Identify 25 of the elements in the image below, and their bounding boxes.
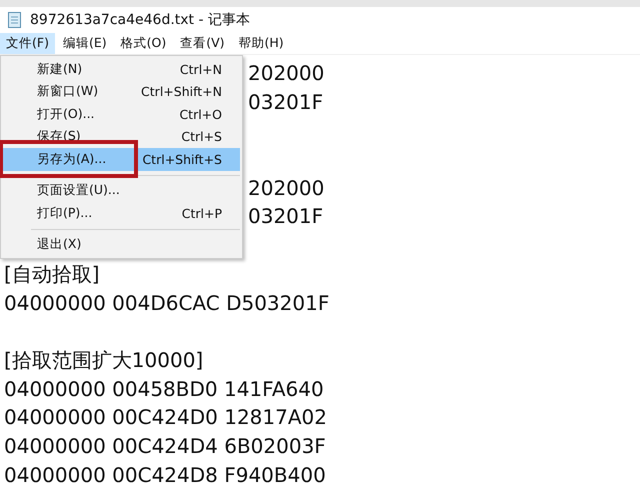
text-line: 202000 xyxy=(248,60,324,87)
notepad-icon xyxy=(8,12,21,28)
menu-item[interactable]: 退出(X) xyxy=(3,234,240,256)
menu-item[interactable]: 打开(O)... Ctrl+O xyxy=(3,103,240,126)
menu-bar-item[interactable]: 查看(V) xyxy=(174,33,231,54)
menu-item[interactable]: 新窗口(W) Ctrl+Shift+N xyxy=(3,80,240,103)
menu-item[interactable]: 打印(P)... Ctrl+P xyxy=(3,202,240,224)
menu-bar-item[interactable]: 帮助(H) xyxy=(232,33,290,54)
menu-bar-item[interactable]: 编辑(E) xyxy=(56,33,113,54)
text-line: 202000 xyxy=(248,174,324,202)
text-line: 04000000 00458BD0 141FA640 xyxy=(4,376,325,403)
menu-bar-item[interactable]: 文件(F) xyxy=(0,33,55,54)
text-line: [自动拾取] xyxy=(4,260,101,288)
text-line: [拾取范围扩大10000] xyxy=(4,346,204,374)
text-line: 03201F xyxy=(248,88,324,116)
menu-item[interactable]: 另存为(A)... Ctrl+Shift+S xyxy=(3,148,240,170)
text-line: 04000000 004D6CAC D503201F xyxy=(4,290,330,316)
text-line: 03201F xyxy=(248,203,324,230)
menu-bar-item[interactable]: 格式(O) xyxy=(114,33,172,54)
menu-item[interactable]: 新建(N) Ctrl+N xyxy=(3,58,240,80)
text-line: 04000000 00C424D4 6B02003F xyxy=(4,432,327,460)
window-title: 8972613a7ca4e46d.txt - 记事本 xyxy=(30,11,250,29)
text-line: 04000000 00C424D0 12817A02 xyxy=(4,404,328,432)
menu-item[interactable]: 页面设置(U)... xyxy=(3,180,240,202)
text-line: 04000000 00C424D8 F940B400 xyxy=(4,462,327,489)
